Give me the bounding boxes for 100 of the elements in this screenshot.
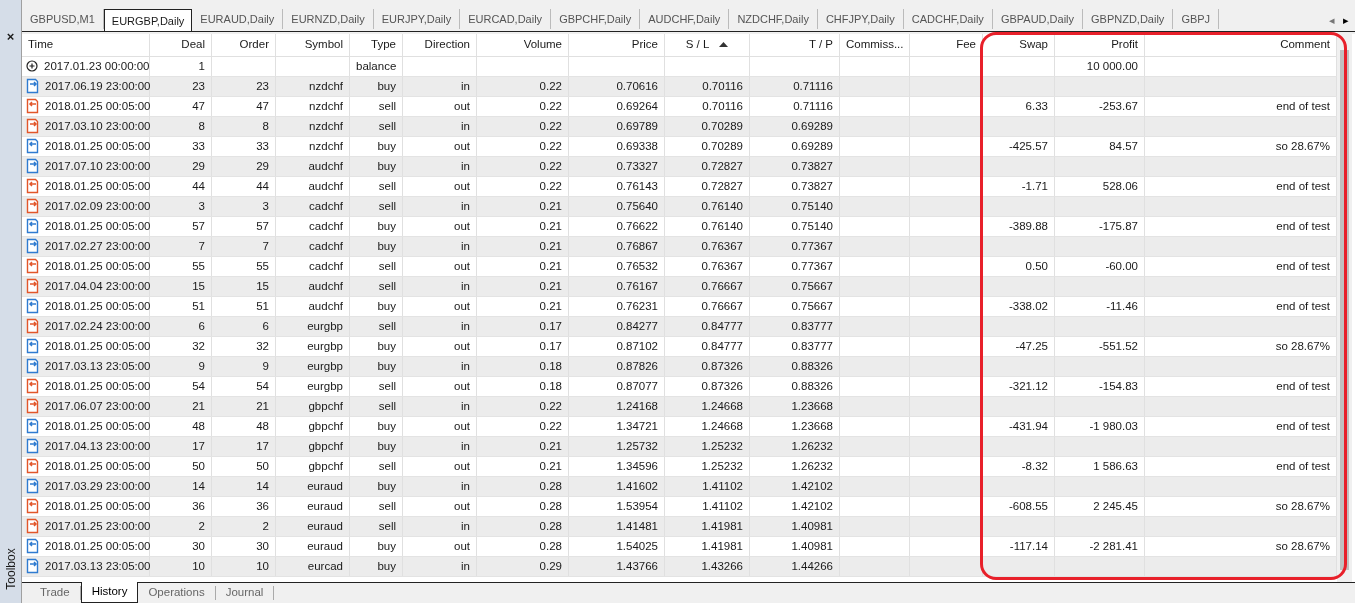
document-left-arrow-icon: [26, 418, 39, 435]
table-cell-text: buy: [377, 478, 396, 494]
chart-tab[interactable]: GBPUSD,M1: [22, 9, 104, 29]
chart-tab[interactable]: GBPCHF,Daily: [551, 9, 641, 29]
scroll-right-button[interactable]: ▸: [1343, 11, 1349, 29]
table-cell-text: out: [454, 138, 470, 154]
table-row[interactable]: 2017.03.29 23:00:00 14 14 euraud buy in 0.28 1.41602 1.41102 1.42102: [22, 476, 1337, 497]
table-row[interactable]: 2017.01.23 00:00:00 1 balance 10 000.00: [22, 56, 1337, 77]
table-cell-text: 0.71116: [793, 78, 833, 94]
table-row[interactable]: 2018.01.25 00:05:00 32 32 eurgbp buy out 0.17 0.87102 0.84777 0.83777 -47.25 -551.52 so 28.67%: [22, 336, 1337, 357]
document-right-arrow-icon: [26, 438, 39, 455]
chart-tab[interactable]: GBPAUD,Daily: [992, 9, 1084, 29]
table-cell-text: -1 980.03: [1089, 418, 1138, 434]
column-header[interactable]: Profit: [1055, 34, 1145, 56]
column-header[interactable]: Order: [212, 34, 276, 56]
column-header[interactable]: Time: [22, 34, 150, 56]
panel-tab[interactable]: Operations: [138, 586, 216, 600]
table-row[interactable]: 2017.03.10 23:00:00 8 8 nzdchf sell in 0.22 0.69789 0.70289 0.69289: [22, 116, 1337, 137]
document-left-arrow-icon: [26, 138, 39, 155]
table-cell-text: 10: [256, 558, 269, 574]
table-row[interactable]: 2017.02.09 23:00:00 3 3 cadchf sell in 0.21 0.75640 0.76140 0.75140: [22, 196, 1337, 217]
chart-tab[interactable]: CADCHF,Daily: [903, 9, 993, 29]
table-cell-text: buy: [377, 418, 396, 434]
document-left-arrow-icon: [26, 458, 39, 475]
column-header[interactable]: Price: [569, 34, 665, 56]
panel-tab[interactable]: Trade: [30, 586, 81, 600]
table-row[interactable]: 2018.01.25 00:05:00 44 44 audchf sell out 0.22 0.76143 0.72827 0.73827 -1.71 528.06 end of test: [22, 176, 1337, 197]
column-header[interactable]: Deal: [150, 34, 212, 56]
table-cell-text: 0.70116: [702, 78, 743, 94]
column-header[interactable]: Symbol: [276, 34, 350, 56]
column-header[interactable]: Commiss...: [840, 34, 910, 56]
table-cell-text: 33: [192, 138, 205, 154]
table-cell-text: -608.55: [1009, 498, 1048, 514]
table-cell-text: 0.70289: [701, 118, 743, 134]
table-cell-text: 30: [192, 538, 205, 554]
table-cell-text: 1.23668: [791, 418, 833, 434]
table-cell-text: 2017.03.10 23:00:00: [45, 118, 151, 134]
table-row[interactable]: 2017.02.24 23:00:00 6 6 eurgbp sell in 0.17 0.84277 0.84777 0.83777: [22, 316, 1337, 337]
chart-tab[interactable]: EURJPY,Daily: [373, 9, 461, 29]
panel-tab[interactable]: History: [80, 582, 139, 603]
panel-tab[interactable]: Journal: [215, 586, 275, 600]
table-cell-text: 2018.01.25 00:05:00: [45, 298, 151, 314]
chart-tab[interactable]: AUDCHF,Daily: [640, 9, 730, 29]
chart-tab[interactable]: CHFJPY,Daily: [817, 9, 904, 29]
table-cell-text: buy: [377, 338, 396, 354]
table-cell-text: 7: [198, 238, 205, 254]
column-header[interactable]: Swap: [983, 34, 1055, 56]
chart-tab[interactable]: GBPJ: [1173, 9, 1220, 29]
table-cell-text: 2018.01.25 00:05:00: [45, 218, 151, 234]
table-cell-text: out: [454, 378, 470, 394]
table-cell-text: 1.42102: [791, 478, 833, 494]
chart-tab[interactable]: EURAUD,Daily: [192, 9, 284, 29]
table-row[interactable]: 2017.07.10 23:00:00 29 29 audchf buy in 0.22 0.73327 0.72827 0.73827: [22, 156, 1337, 177]
table-row[interactable]: 2018.01.25 00:05:00 51 51 audchf buy out 0.21 0.76231 0.76667 0.75667 -338.02 -11.46 end of test: [22, 296, 1337, 317]
table-cell-text: 0.69264: [616, 98, 658, 114]
table-row[interactable]: 2018.01.25 00:05:00 57 57 cadchf buy out 0.21 0.76622 0.76140 0.75140 -389.88 -175.87 end of test: [22, 216, 1337, 237]
column-header[interactable]: S / L: [665, 34, 750, 56]
table-row[interactable]: 2018.01.25 00:05:00 50 50 gbpchf sell out 0.21 1.34596 1.25232 1.26232 -8.32 1 586.63 end of test: [22, 456, 1337, 477]
table-cell-text: out: [454, 218, 470, 234]
chart-tab[interactable]: GBPNZD,Daily: [1083, 9, 1174, 29]
table-cell-text: sell: [378, 518, 396, 534]
column-header[interactable]: Direction: [403, 34, 477, 56]
document-left-arrow-icon: [26, 218, 39, 235]
table-row[interactable]: 2018.01.25 00:05:00 36 36 euraud sell out 0.28 1.53954 1.41102 1.42102 -608.55 2 245.45 so 28.67%: [22, 496, 1337, 517]
table-cell-text: in: [461, 318, 470, 334]
chart-tab[interactable]: NZDCHF,Daily: [729, 9, 818, 29]
table-row[interactable]: 2018.01.25 00:05:00 54 54 eurgbp sell out 0.18 0.87077 0.87326 0.88326 -321.12 -154.83 end of test: [22, 376, 1337, 397]
table-row[interactable]: 2018.01.25 00:05:00 33 33 nzdchf buy out 0.22 0.69338 0.70289 0.69289 -425.57 84.57 so 28.67%: [22, 136, 1337, 157]
close-button[interactable]: ×: [6, 30, 15, 43]
table-cell-text: 1.42102: [791, 498, 833, 514]
table-cell-text: 0.77367: [791, 258, 833, 274]
scroll-left-button[interactable]: ◂: [1329, 11, 1335, 29]
column-header[interactable]: Type: [350, 34, 403, 56]
chart-tab[interactable]: EURNZD,Daily: [283, 9, 374, 29]
table-cell-text: 0.87326: [701, 378, 743, 394]
table-row[interactable]: 2017.03.13 23:05:00 9 9 eurgbp buy in 0.18 0.87826 0.87326 0.88326: [22, 356, 1337, 377]
table-cell-text: 23: [192, 78, 205, 94]
table-row[interactable]: 2017.04.04 23:00:00 15 15 audchf sell in 0.21 0.76167 0.76667 0.75667: [22, 276, 1337, 297]
table-row[interactable]: 2018.01.25 00:05:00 47 47 nzdchf sell out 0.22 0.69264 0.70116 0.71116 6.33 -253.67 end of test: [22, 96, 1337, 117]
table-row[interactable]: 2017.03.13 23:05:00 10 10 eurcad buy in 0.29 1.43766 1.43266 1.44266: [22, 556, 1337, 577]
table-cell-text: 57: [256, 218, 269, 234]
table-cell-text: -321.12: [1009, 378, 1048, 394]
table-cell-text: 2017.02.09 23:00:00: [45, 198, 151, 214]
table-cell-text: 0.84777: [701, 338, 743, 354]
table-row[interactable]: 2018.01.25 00:05:00 48 48 gbpchf buy out 0.22 1.34721 1.24668 1.23668 -431.94 -1 980.03 end of test: [22, 416, 1337, 437]
chart-tab[interactable]: EURCAD,Daily: [460, 9, 552, 29]
table-row[interactable]: 2017.02.27 23:00:00 7 7 cadchf buy in 0.21 0.76867 0.76367 0.77367: [22, 236, 1337, 257]
table-cell-text: 1.24668: [701, 418, 743, 434]
table-cell-text: buy: [377, 298, 396, 314]
table-row[interactable]: 2018.01.25 00:05:00 30 30 euraud buy out 0.28 1.54025 1.41981 1.40981 -117.14 -2 281.41 so 28.67%: [22, 536, 1337, 557]
table-row[interactable]: 2017.06.19 23:00:00 23 23 nzdchf buy in 0.22 0.70616 0.70116 0.71116: [22, 76, 1337, 97]
table-row[interactable]: 2017.04.13 23:00:00 17 17 gbpchf buy in 0.21 1.25732 1.25232 1.26232: [22, 436, 1337, 457]
chart-tab[interactable]: EURGBP,Daily: [103, 9, 193, 31]
column-header[interactable]: T / P: [750, 34, 840, 56]
table-row[interactable]: 2018.01.25 00:05:00 55 55 cadchf sell out 0.21 0.76532 0.76367 0.77367 0.50 -60.00 end of test: [22, 256, 1337, 277]
table-row[interactable]: 2017.06.07 23:00:00 21 21 gbpchf sell in 0.22 1.24168 1.24668 1.23668: [22, 396, 1337, 417]
column-header[interactable]: Fee: [910, 34, 983, 56]
table-cell-text: 48: [256, 418, 269, 434]
column-header[interactable]: Volume: [477, 34, 569, 56]
table-row[interactable]: 2017.01.25 23:00:00 2 2 euraud sell in 0.28 1.41481 1.41981 1.40981: [22, 516, 1337, 537]
